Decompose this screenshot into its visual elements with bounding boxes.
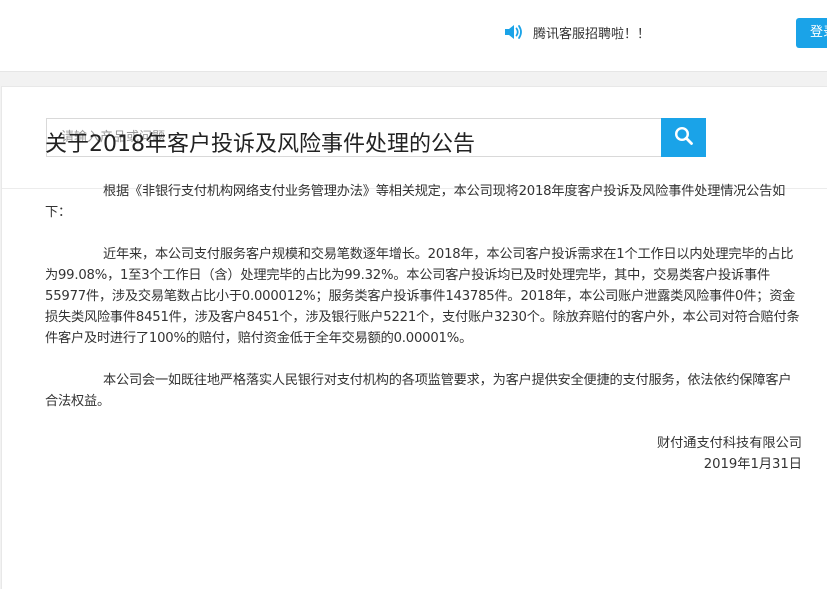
signature-date: 2019年1月31日: [703, 457, 802, 472]
article-paragraph: 近年来，本公司支付服务客户规模和交易笔数逐年增长。2018年，本公司客户投诉需求…: [45, 247, 800, 346]
speaker-icon: [503, 22, 525, 42]
article-title: 关于2018年客户投诉及风险事件处理的公告: [45, 132, 475, 157]
article-paragraph: 根据《非银行支付机构网络支付业务管理办法》等相关规定，本公司现将2018年度客户…: [45, 184, 786, 220]
recruitment-notice[interactable]: 腾讯客服招聘啦！！: [503, 21, 650, 43]
notice-text[interactable]: 腾讯客服招聘啦！！: [533, 23, 650, 42]
announcement-article: 关于2018年客户投诉及风险事件处理的公告 根据《非银行支付机构网络支付业务管理…: [45, 130, 802, 475]
login-button[interactable]: 登录: [796, 18, 827, 48]
article-paragraph: 本公司会一如既往地严格落实人民银行对支付机构的各项监管要求，为客户提供安全便捷的…: [45, 373, 792, 409]
top-bar: 腾讯客服招聘啦！！ 登录: [0, 0, 827, 72]
article-signature: 财付通支付科技有限公司 2019年1月31日: [45, 433, 802, 475]
signature-company: 财付通支付科技有限公司: [656, 436, 802, 451]
